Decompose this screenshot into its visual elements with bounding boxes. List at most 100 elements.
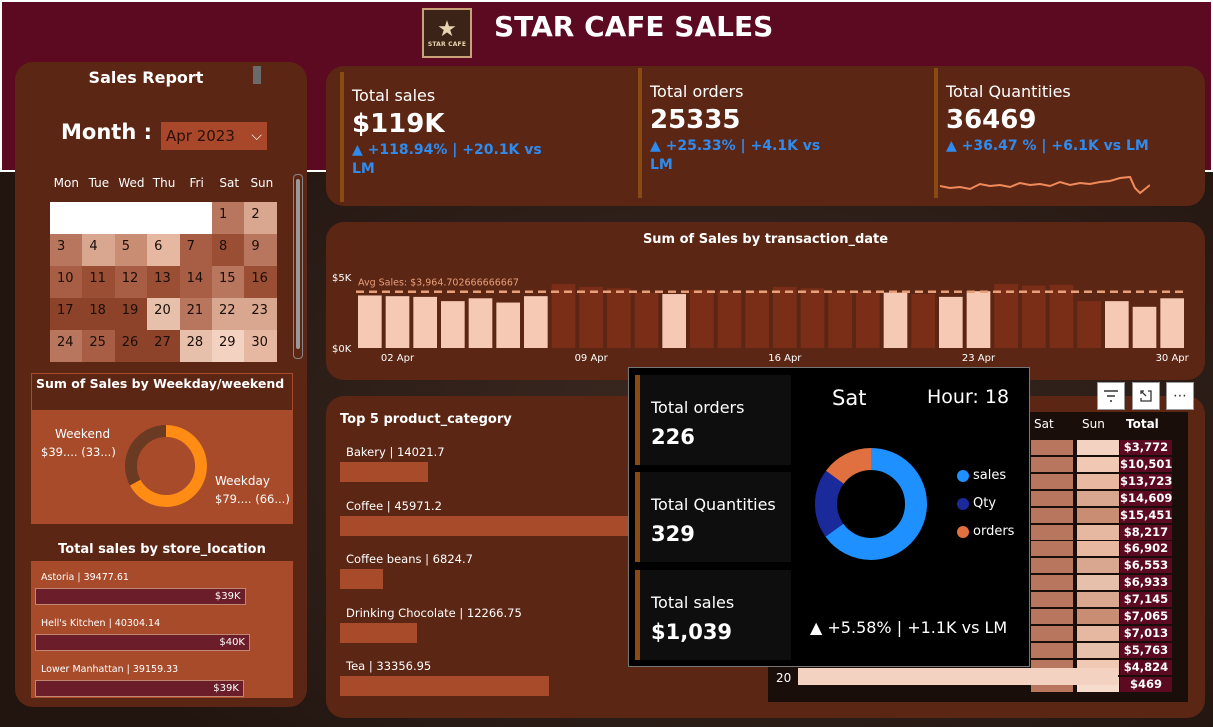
matrix-cell-sat[interactable] xyxy=(1031,440,1073,455)
matrix-cell-sun[interactable] xyxy=(1077,541,1119,557)
matrix-cell-sun[interactable] xyxy=(1077,507,1119,523)
calendar-day-3[interactable]: 3 xyxy=(50,234,83,266)
calendar-day-26[interactable]: 26 xyxy=(114,330,148,362)
category-bar[interactable] xyxy=(340,676,549,696)
matrix-cell-sun[interactable] xyxy=(1077,575,1119,591)
calendar-day-17[interactable]: 17 xyxy=(50,298,83,330)
category-bar[interactable] xyxy=(340,622,417,643)
matrix-cell-sat[interactable] xyxy=(1031,473,1073,489)
calendar-day-21[interactable]: 21 xyxy=(179,298,212,330)
matrix-cell-sun[interactable] xyxy=(1077,490,1119,506)
calendar-scroll-thumb[interactable] xyxy=(296,179,300,349)
x-tick-label: 16 Apr xyxy=(768,353,802,364)
category-bar[interactable] xyxy=(340,515,628,536)
calendar-day-15[interactable]: 15 xyxy=(211,266,245,298)
calendar-empty-cell xyxy=(114,202,148,234)
matrix-cell-sun[interactable] xyxy=(1077,592,1119,608)
calendar-day-28[interactable]: 28 xyxy=(179,330,212,362)
matrix-cell-sun[interactable] xyxy=(1077,440,1119,455)
matrix-cell-sat[interactable] xyxy=(1031,456,1073,472)
matrix-cell-sun[interactable] xyxy=(1077,524,1119,540)
matrix-cell-sat[interactable] xyxy=(1031,490,1073,506)
calendar-day-7[interactable]: 7 xyxy=(179,234,212,266)
store-bar[interactable]: $40K xyxy=(35,634,250,651)
calendar-day-11[interactable]: 11 xyxy=(82,266,115,298)
sales-bar-apr-10 xyxy=(607,288,631,348)
calendar-day-10[interactable]: 10 xyxy=(50,266,83,298)
matrix-cell-sun[interactable] xyxy=(1077,609,1119,624)
filter-icon[interactable] xyxy=(1097,382,1125,410)
category-label: Drinking Chocolate | 12266.75 xyxy=(346,605,522,620)
matrix-cell-sun[interactable] xyxy=(1077,558,1119,574)
matrix-total-cell: $14,609 xyxy=(1120,490,1173,506)
matrix-cell-sat[interactable] xyxy=(1031,592,1073,608)
column-header-sat: Sat xyxy=(1034,417,1054,431)
store-location-panel: Total sales by store_location Astoria | … xyxy=(31,538,293,698)
calendar-day-1[interactable]: 1 xyxy=(211,202,245,234)
sales-bar-apr-2 xyxy=(385,296,410,348)
weekday-panel-title: Sum of Sales by Weekday/weekend xyxy=(31,373,293,411)
tooltip-card-label: Total Quantities xyxy=(651,495,776,514)
calendar-day-23[interactable]: 23 xyxy=(244,298,277,330)
focus-mode-icon[interactable] xyxy=(1132,382,1160,410)
legend-dot xyxy=(957,497,969,510)
matrix-cell-sat[interactable] xyxy=(1031,507,1073,523)
calendar-day-9[interactable]: 9 xyxy=(244,234,277,266)
matrix-cell-sun[interactable] xyxy=(1077,456,1119,472)
column-header-sun: Sun xyxy=(1082,417,1105,431)
calendar-day-25[interactable]: 25 xyxy=(82,330,115,362)
calendar-day-6[interactable]: 6 xyxy=(147,234,180,266)
calendar-day-30[interactable]: 30 xyxy=(244,330,277,362)
calendar-day-2[interactable]: 2 xyxy=(244,202,277,234)
matrix-cell-sat[interactable] xyxy=(1031,524,1073,540)
calendar-day-4[interactable]: 4 xyxy=(82,234,115,266)
store-bar[interactable]: $39K xyxy=(35,680,244,697)
weekend-label: Weekend xyxy=(55,427,111,441)
category-bar[interactable] xyxy=(340,462,428,482)
matrix-total-cell: $5,763 xyxy=(1120,642,1172,658)
calendar-day-24[interactable]: 24 xyxy=(50,330,83,362)
store-label: Astoria | 39477.61 xyxy=(41,572,129,583)
calendar-empty-cell xyxy=(147,202,180,234)
sales-bar-apr-23 xyxy=(966,291,991,348)
x-tick-label: 09 Apr xyxy=(575,353,609,364)
calendar-day-5[interactable]: 5 xyxy=(114,234,148,266)
calendar-scrollbar[interactable] xyxy=(293,174,303,359)
matrix-cell-sun[interactable] xyxy=(1077,625,1119,641)
calendar-day-19[interactable]: 19 xyxy=(114,298,148,330)
calendar-day-22[interactable]: 22 xyxy=(211,298,245,330)
matrix-cell-sat[interactable] xyxy=(1031,642,1073,658)
matrix-total-cell: $6,553 xyxy=(1120,558,1172,574)
sales-bar-apr-29 xyxy=(1132,306,1157,348)
calendar-grid: 1 2 3 4 5 6 7 8 9 10 11 12 13 14 15 16 17 18 19 20 21 22 23 24 2… xyxy=(50,202,295,362)
calendar-day-29[interactable]: 29 xyxy=(211,330,245,362)
calendar-day-13[interactable]: 13 xyxy=(147,266,180,298)
weekday-header-tue: Tue xyxy=(88,176,110,190)
calendar-day-20[interactable]: 20 xyxy=(147,298,180,330)
more-options-icon[interactable]: ⋯ xyxy=(1166,382,1194,410)
matrix-row-20-cells[interactable] xyxy=(798,668,1118,685)
calendar-day-14[interactable]: 14 xyxy=(179,266,212,298)
matrix-total-cell: $3,772 xyxy=(1120,440,1172,455)
matrix-cell-sat[interactable] xyxy=(1031,575,1073,591)
matrix-cell-sun[interactable] xyxy=(1077,473,1119,489)
matrix-cell-sat[interactable] xyxy=(1031,541,1073,557)
matrix-cell-sat[interactable] xyxy=(1031,558,1073,574)
sales-bar-apr-22 xyxy=(939,296,963,348)
calendar-day-16[interactable]: 16 xyxy=(244,266,277,298)
calendar-day-8[interactable]: 8 xyxy=(211,234,245,266)
sales-bar-apr-18 xyxy=(828,291,852,348)
sales-bar-apr-19 xyxy=(856,291,880,348)
sales-bar-apr-25 xyxy=(1022,285,1046,348)
matrix-cell-sat[interactable] xyxy=(1031,625,1073,641)
store-bar[interactable]: $39K xyxy=(35,588,246,605)
sidebar-scroll-handle[interactable] xyxy=(253,66,261,84)
star-icon: ★ xyxy=(437,16,457,42)
matrix-cell-sun[interactable] xyxy=(1077,642,1119,658)
month-dropdown[interactable]: Apr 2023 ⌵ xyxy=(161,122,267,150)
calendar-day-27[interactable]: 27 xyxy=(147,330,180,362)
category-bar[interactable] xyxy=(340,569,383,589)
matrix-cell-sat[interactable] xyxy=(1031,609,1073,624)
calendar-day-12[interactable]: 12 xyxy=(114,266,148,298)
calendar-day-18[interactable]: 18 xyxy=(82,298,115,330)
